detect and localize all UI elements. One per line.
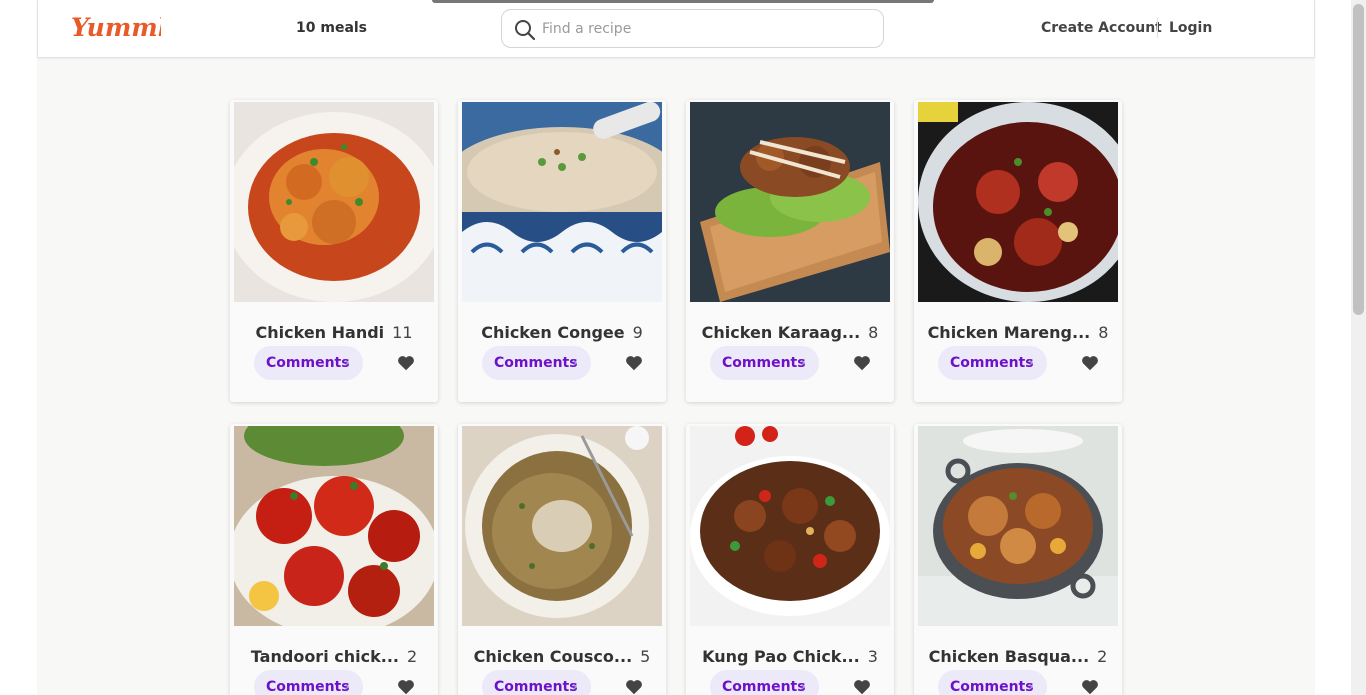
chevron-right-icon: ›: [800, 679, 806, 695]
recipe-image[interactable]: [690, 102, 890, 302]
comments-label: Comments: [950, 679, 1034, 695]
comments-button[interactable]: Comments ›: [254, 670, 363, 695]
recipe-title[interactable]: Kung Pao Chick...: [702, 647, 860, 666]
browser-popup-edge: [432, 0, 934, 3]
recipe-count: 2: [1097, 647, 1108, 666]
recipe-card[interactable]: Tandoori chick... 2 Comments ›: [230, 424, 438, 695]
chevron-right-icon: ›: [572, 355, 578, 371]
search-icon: [515, 20, 536, 41]
recipe-count: 8: [1098, 323, 1109, 342]
recipe-count: 3: [867, 647, 878, 666]
recipe-title[interactable]: Tandoori chick...: [251, 647, 399, 666]
chevron-right-icon: ›: [572, 679, 578, 695]
yummly-logo[interactable]: Yummly: [69, 10, 183, 46]
heart-icon[interactable]: [853, 679, 871, 695]
comments-label: Comments: [494, 679, 578, 695]
heart-icon[interactable]: [625, 355, 643, 371]
chevron-right-icon: ›: [344, 679, 350, 695]
recipe-image[interactable]: [234, 102, 434, 302]
chevron-right-icon: ›: [800, 355, 806, 371]
recipe-image[interactable]: [918, 102, 1118, 302]
heart-icon[interactable]: [397, 679, 415, 695]
comments-button[interactable]: Comments ›: [482, 670, 591, 695]
comments-button[interactable]: Comments ›: [710, 346, 819, 380]
recipe-card[interactable]: Chicken Karaag... 8 Comments ›: [686, 100, 894, 402]
recipe-image[interactable]: [690, 426, 890, 626]
create-account-link[interactable]: Create Account: [1041, 20, 1162, 36]
recipe-title[interactable]: Chicken Congee: [481, 323, 624, 342]
login-link[interactable]: Login: [1169, 20, 1212, 36]
comments-button[interactable]: Comments ›: [482, 346, 591, 380]
meals-count: 10 meals: [296, 20, 368, 36]
chevron-right-icon: ›: [1028, 679, 1034, 695]
logo-text: Yummly: [71, 13, 161, 42]
recipe-count: 8: [868, 323, 879, 342]
chevron-right-icon: ›: [1028, 355, 1034, 371]
scrollbar-thumb[interactable]: [1353, 4, 1364, 315]
recipe-card[interactable]: Chicken Mareng... 8 Comments ›: [914, 100, 1122, 402]
comments-label: Comments: [266, 679, 350, 695]
recipe-card[interactable]: Kung Pao Chick... 3 Comments ›: [686, 424, 894, 695]
comments-button[interactable]: Comments ›: [710, 670, 819, 695]
recipe-count: 5: [640, 647, 651, 666]
comments-button[interactable]: Comments ›: [254, 346, 363, 380]
recipe-count: 9: [632, 323, 643, 342]
recipe-card[interactable]: Chicken Congee 9 Comments ›: [458, 100, 666, 402]
nav-divider: [1157, 18, 1158, 38]
heart-icon[interactable]: [1081, 679, 1099, 695]
recipe-image[interactable]: [918, 426, 1118, 626]
heart-icon[interactable]: [853, 355, 871, 371]
recipe-card[interactable]: Chicken Basqua... 2 Comments ›: [914, 424, 1122, 695]
recipe-title[interactable]: Chicken Basqua...: [929, 647, 1090, 666]
comments-label: Comments: [722, 679, 806, 695]
heart-icon[interactable]: [625, 679, 643, 695]
recipe-image[interactable]: [462, 102, 662, 302]
comments-label: Comments: [266, 355, 350, 371]
recipe-count: 2: [406, 647, 418, 666]
top-navbar: Yummly 10 meals Create Account Login: [37, 0, 1315, 58]
page-background: [37, 0, 1315, 695]
recipe-title[interactable]: Chicken Handi: [256, 323, 385, 342]
comments-label: Comments: [494, 355, 578, 371]
recipe-image[interactable]: [462, 426, 662, 626]
recipe-title[interactable]: Chicken Karaag...: [702, 323, 861, 342]
comments-label: Comments: [950, 355, 1034, 371]
recipe-title[interactable]: Chicken Mareng...: [928, 323, 1091, 342]
recipe-card[interactable]: Chicken Handi 11 Comments ›: [230, 100, 438, 402]
comments-button[interactable]: Comments ›: [938, 670, 1047, 695]
recipe-image[interactable]: [234, 426, 434, 626]
heart-icon[interactable]: [1081, 355, 1099, 371]
comments-button[interactable]: Comments ›: [938, 346, 1047, 380]
search-box[interactable]: [501, 9, 884, 48]
comments-label: Comments: [722, 355, 806, 371]
chevron-right-icon: ›: [344, 355, 350, 371]
search-input[interactable]: [542, 18, 862, 40]
recipe-count: 11: [392, 323, 413, 342]
heart-icon[interactable]: [397, 355, 415, 371]
recipe-card[interactable]: Chicken Cousco... 5 Comments ›: [458, 424, 666, 695]
recipe-title[interactable]: Chicken Cousco...: [474, 647, 632, 666]
